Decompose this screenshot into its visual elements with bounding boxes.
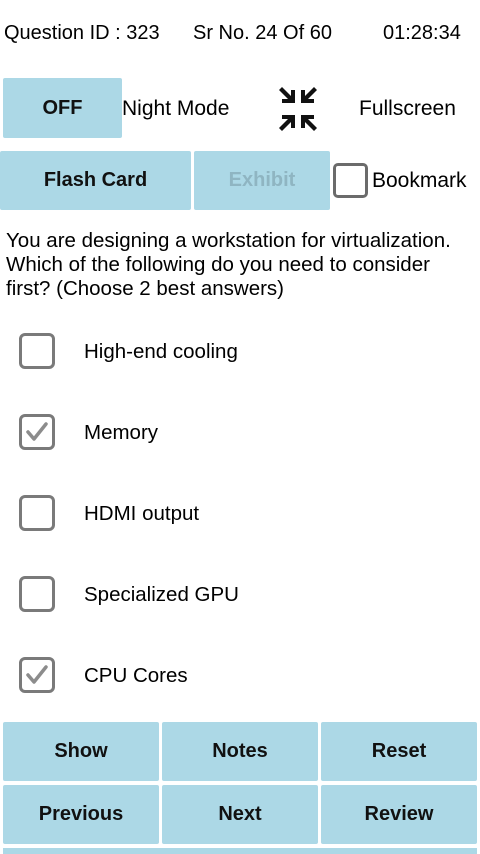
option-label: CPU Cores bbox=[84, 664, 188, 687]
show-button[interactable]: Show bbox=[3, 722, 159, 781]
option-item[interactable]: High-end cooling bbox=[0, 320, 480, 380]
option-checkbox-checked[interactable] bbox=[19, 414, 55, 450]
previous-button[interactable]: Previous bbox=[3, 785, 159, 844]
night-mode-label: Night Mode bbox=[122, 97, 230, 120]
question-id: Question ID : 323 bbox=[4, 22, 160, 44]
notes-button[interactable]: Notes bbox=[162, 722, 318, 781]
option-checkbox-checked[interactable] bbox=[19, 657, 55, 693]
bottom-button-row-edge bbox=[3, 848, 477, 854]
option-item[interactable]: HDMI output bbox=[0, 482, 480, 542]
flash-card-button[interactable]: Flash Card bbox=[0, 151, 191, 210]
question-text: You are designing a workstation for virt… bbox=[6, 229, 451, 300]
review-button[interactable]: Review bbox=[321, 785, 477, 844]
reset-button[interactable]: Reset bbox=[321, 722, 477, 781]
bookmark-checkbox[interactable] bbox=[333, 163, 368, 198]
exhibit-button[interactable]: Exhibit bbox=[194, 151, 330, 210]
check-icon bbox=[26, 665, 48, 684]
option-label: Specialized GPU bbox=[84, 583, 239, 606]
fullscreen-exit-icon[interactable] bbox=[274, 86, 322, 132]
option-item[interactable]: Memory bbox=[0, 401, 480, 461]
next-button[interactable]: Next bbox=[162, 785, 318, 844]
night-mode-toggle-button[interactable]: OFF bbox=[3, 78, 122, 138]
timer: 01:28:34 bbox=[383, 22, 461, 44]
option-checkbox[interactable] bbox=[19, 576, 55, 612]
fullscreen-label[interactable]: Fullscreen bbox=[359, 97, 456, 121]
option-item[interactable]: CPU Cores bbox=[0, 644, 480, 704]
option-label: Memory bbox=[84, 421, 159, 444]
option-checkbox[interactable] bbox=[19, 333, 55, 369]
option-label: HDMI output bbox=[84, 502, 200, 525]
option-label: High-end cooling bbox=[84, 340, 238, 363]
option-checkbox[interactable] bbox=[19, 495, 55, 531]
status-header: Question ID : 323 Sr No. 24 Of 60 01:28:… bbox=[0, 20, 480, 48]
bookmark-label: Bookmark bbox=[372, 169, 467, 192]
option-item[interactable]: Specialized GPU bbox=[0, 563, 480, 623]
check-icon bbox=[26, 422, 48, 441]
serial-number: Sr No. 24 Of 60 bbox=[193, 22, 332, 44]
